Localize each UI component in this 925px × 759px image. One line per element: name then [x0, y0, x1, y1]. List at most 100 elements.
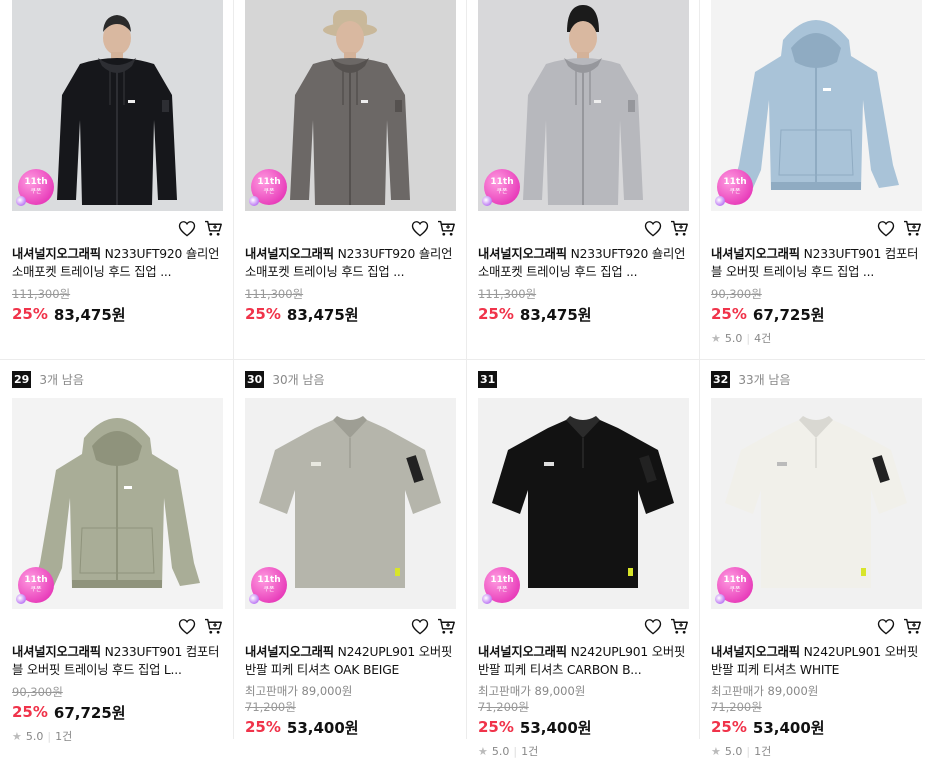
heart-icon[interactable]: [877, 618, 895, 635]
cart-icon[interactable]: [437, 618, 456, 635]
original-price: 111,300원: [12, 287, 71, 301]
coupon-badge: 11th 쿠폰: [16, 169, 54, 206]
stock-remaining: 3개 남음: [39, 372, 84, 387]
cart-icon[interactable]: [903, 618, 922, 635]
rank-badge: 29: [12, 370, 32, 388]
gem-icon: [482, 196, 492, 206]
price-value: 83,475원: [286, 305, 359, 324]
product-name[interactable]: 내셔널지오그래픽 N233UFT901 컴포터블 오버핏 트레이닝 후드 집업 …: [711, 245, 922, 281]
rating: ★ 5.0 | 1건: [12, 728, 233, 744]
heart-icon[interactable]: [644, 220, 662, 237]
product-image[interactable]: 11th 쿠폰: [245, 398, 456, 609]
gem-icon: [249, 594, 259, 604]
heart-icon[interactable]: [178, 618, 196, 635]
star-icon: ★: [12, 729, 22, 743]
rank-row: 32 33개 남음: [711, 360, 925, 398]
cart-icon[interactable]: [437, 220, 456, 237]
gem-icon: [715, 594, 725, 604]
discount-rate: 25%: [12, 703, 48, 721]
highest-price-note: 최고판매가 89,000원: [245, 684, 353, 698]
product-image[interactable]: 11th 쿠폰: [245, 0, 456, 211]
card-actions: [711, 609, 922, 643]
product-name[interactable]: 내셔널지오그래픽 N242UPL901 오버핏 반팔 피케 티셔츠 WHITE: [711, 643, 922, 679]
brand-name: 내셔널지오그래픽: [12, 247, 101, 261]
card-actions: [245, 609, 456, 643]
heart-icon[interactable]: [644, 618, 662, 635]
product-name[interactable]: 내셔널지오그래픽 N233UFT920 숄리언 소매포켓 트레이닝 후드 집업 …: [245, 245, 456, 281]
price-value: 83,475원: [53, 305, 126, 324]
brand-name: 내셔널지오그래픽: [478, 247, 567, 261]
brand-name: 내셔널지오그래픽: [245, 645, 334, 659]
discount-rate: 25%: [478, 305, 514, 323]
cart-icon[interactable]: [204, 618, 223, 635]
coupon-badge: 11th 쿠폰: [249, 567, 287, 604]
brand-name: 내셔널지오그래픽: [478, 645, 567, 659]
original-price: 111,300원: [478, 287, 537, 301]
rank-row: 31: [478, 360, 699, 398]
product-card[interactable]: 32 33개 남음 11th 쿠폰내셔널지오그래픽 N242UPL901 오버핏 반팔…: [699, 360, 925, 758]
original-price: 90,300원: [711, 287, 762, 301]
product-image[interactable]: 11th 쿠폰: [12, 0, 223, 211]
sale-price: 25% 67,725원: [12, 701, 233, 723]
star-icon: ★: [478, 744, 488, 758]
product-card[interactable]: 11th 쿠폰내셔널지오그래픽 N233UFT920 숄리언 소매포켓 트레이닝 …: [0, 0, 233, 360]
gem-icon: [16, 594, 26, 604]
review-count: 4건: [754, 332, 772, 345]
sale-price: 25% 53,400원: [711, 716, 925, 738]
star-icon: ★: [711, 744, 721, 758]
sale-price: 25% 67,725원: [711, 303, 925, 325]
rating: ★ 5.0 | 1건: [711, 743, 925, 759]
product-name[interactable]: 내셔널지오그래픽 N233UFT920 숄리언 소매포켓 트레이닝 후드 집업 …: [12, 245, 223, 281]
product-name[interactable]: 내셔널지오그래픽 N242UPL901 오버핏 반팔 피케 티셔츠 CARBON…: [478, 643, 689, 679]
rating: ★ 5.0 | 1건: [478, 743, 699, 759]
price-value: 53,400원: [752, 718, 825, 737]
cart-icon[interactable]: [670, 618, 689, 635]
discount-rate: 25%: [711, 718, 747, 736]
cart-icon[interactable]: [670, 220, 689, 237]
product-card[interactable]: 11th 쿠폰내셔널지오그래픽 N233UFT920 숄리언 소매포켓 트레이닝 …: [233, 0, 466, 360]
separator: |: [47, 729, 52, 743]
coupon-badge: 11th 쿠폰: [715, 169, 753, 206]
gem-icon: [16, 196, 26, 206]
product-image[interactable]: 11th 쿠폰: [711, 0, 922, 211]
product-image[interactable]: 11th 쿠폰: [478, 398, 689, 609]
product-card[interactable]: 31 11th 쿠폰내셔널지오그래픽 N242UPL901 오버핏 반팔 피케 티셔…: [466, 360, 699, 758]
rating-score: 5.0: [491, 744, 510, 758]
rank-badge: 32: [711, 370, 731, 388]
sale-price: 25% 83,475원: [12, 303, 233, 325]
card-actions: [478, 609, 689, 643]
product-card[interactable]: 11th 쿠폰내셔널지오그래픽 N233UFT920 숄리언 소매포켓 트레이닝 …: [466, 0, 699, 360]
product-card[interactable]: 30 30개 남음 11th 쿠폰내셔널지오그래픽 N242UPL901 오버핏 반팔…: [233, 360, 466, 739]
sale-price: 25% 83,475원: [245, 303, 466, 325]
product-card[interactable]: 29 3개 남음 11th 쿠폰내셔널지오그래픽 N233UFT901 컴포터블 오버…: [0, 360, 233, 743]
gem-icon: [249, 196, 259, 206]
coupon-badge: 11th 쿠폰: [482, 567, 520, 604]
heart-icon[interactable]: [877, 220, 895, 237]
product-image[interactable]: 11th 쿠폰: [711, 398, 922, 609]
highest-price-note: 최고판매가 89,000원: [478, 684, 586, 698]
rank-row: 30 30개 남음: [245, 360, 466, 398]
rank-badge: 30: [245, 370, 265, 388]
price-value: 67,725원: [53, 703, 126, 722]
heart-icon[interactable]: [178, 220, 196, 237]
product-card[interactable]: 11th 쿠폰내셔널지오그래픽 N233UFT901 컴포터블 오버핏 트레이닝 …: [699, 0, 925, 360]
product-name[interactable]: 내셔널지오그래픽 N233UFT920 숄리언 소매포켓 트레이닝 후드 집업 …: [478, 245, 689, 281]
sale-price: 25% 53,400원: [478, 716, 699, 738]
card-actions: [711, 211, 922, 245]
cart-icon[interactable]: [204, 220, 223, 237]
discount-rate: 25%: [245, 718, 281, 736]
coupon-badge: 11th 쿠폰: [16, 567, 54, 604]
separator: |: [746, 744, 751, 758]
product-name[interactable]: 내셔널지오그래픽 N242UPL901 오버핏 반팔 피케 티셔츠 OAK BE…: [245, 643, 456, 679]
product-name[interactable]: 내셔널지오그래픽 N233UFT901 컴포터블 오버핏 트레이닝 후드 집업 …: [12, 643, 223, 679]
cart-icon[interactable]: [903, 220, 922, 237]
rank-badge: 31: [478, 370, 498, 388]
heart-icon[interactable]: [411, 220, 429, 237]
card-actions: [12, 211, 223, 245]
product-image[interactable]: 11th 쿠폰: [12, 398, 223, 609]
rating-score: 5.0: [724, 744, 743, 758]
brand-name: 내셔널지오그래픽: [245, 247, 334, 261]
product-image[interactable]: 11th 쿠폰: [478, 0, 689, 211]
heart-icon[interactable]: [411, 618, 429, 635]
stock-remaining: 30개 남음: [272, 372, 325, 387]
